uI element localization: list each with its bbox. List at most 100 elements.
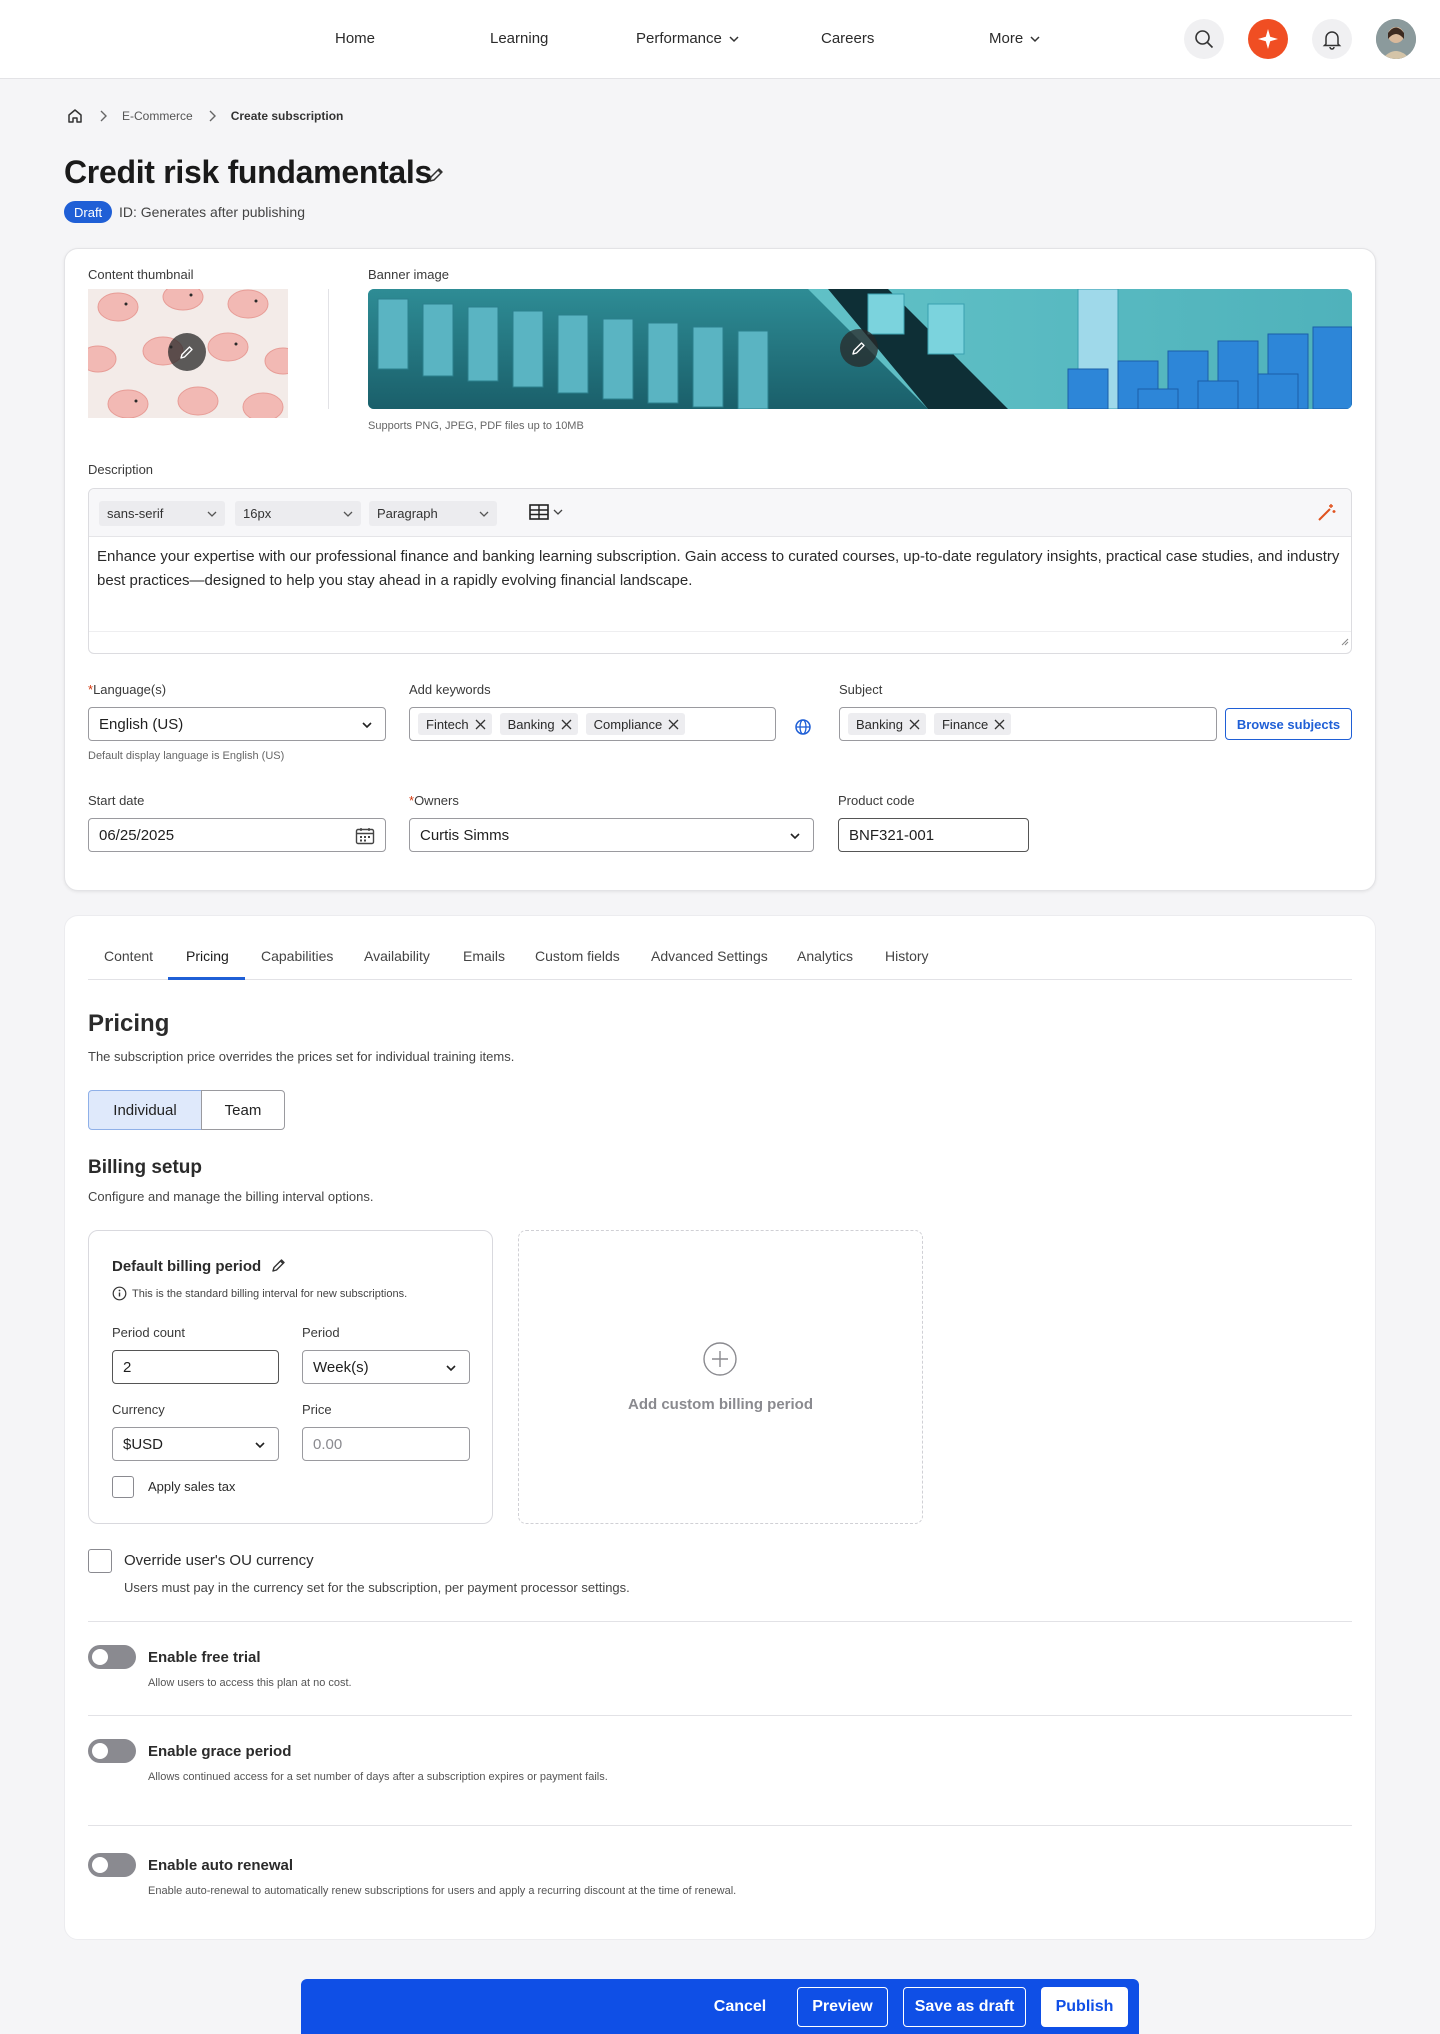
sales-tax-checkbox[interactable] [112, 1476, 134, 1498]
period-count-input[interactable]: 2 [112, 1350, 279, 1384]
grace-period-toggle[interactable] [88, 1739, 136, 1763]
segment-individual[interactable]: Individual [88, 1090, 202, 1130]
tab-pricing[interactable]: Pricing [186, 948, 229, 964]
ai-write-button[interactable] [1315, 502, 1337, 529]
billing-setup-subtitle: Configure and manage the billing interva… [88, 1189, 374, 1204]
segment-team[interactable]: Team [201, 1090, 285, 1130]
subject-label: Subject [839, 682, 883, 697]
font-family-select[interactable]: sans-serif [99, 501, 225, 526]
editor-toolbar: sans-serif 16px Paragraph [89, 489, 1351, 537]
nav-learning[interactable]: Learning [490, 30, 548, 47]
pricing-subtitle: The subscription price overrides the pri… [88, 1049, 515, 1064]
language-select[interactable]: English (US) [88, 707, 386, 741]
section-divider [88, 1715, 1352, 1716]
tab-history[interactable]: History [885, 948, 929, 964]
grace-period-desc: Allows continued access for a set number… [148, 1771, 608, 1783]
default-billing-period-info: This is the standard billing interval fo… [132, 1288, 408, 1300]
owners-label: *Owners [409, 793, 459, 808]
auto-renewal-title: Enable auto renewal [148, 1857, 294, 1874]
price-label: Price [302, 1402, 332, 1417]
breadcrumb-ecommerce[interactable]: E-Commerce [122, 109, 193, 123]
tab-emails[interactable]: Emails [463, 948, 505, 964]
tab-availability[interactable]: Availability [364, 948, 430, 964]
nav-performance[interactable]: Performance [636, 30, 740, 47]
calendar-icon[interactable] [355, 827, 375, 845]
free-trial-desc: Allow users to access this plan at no co… [148, 1677, 352, 1689]
subject-tag: Banking [848, 713, 926, 735]
description-text[interactable]: Enhance your expertise with our professi… [97, 545, 1345, 593]
keywords-input[interactable]: Fintech Banking Compliance [409, 707, 776, 741]
period-select[interactable]: Week(s) [302, 1350, 470, 1384]
search-button[interactable] [1184, 19, 1224, 59]
keyword-tag-label: Fintech [426, 716, 469, 732]
tab-advanced-settings[interactable]: Advanced Settings [651, 948, 768, 964]
bell-icon [1322, 31, 1342, 50]
translate-keywords-button[interactable] [794, 718, 812, 741]
banner-hint: Supports PNG, JPEG, PDF files up to 10MB [368, 420, 584, 432]
currency-label: Currency [112, 1402, 165, 1417]
close-icon[interactable] [909, 719, 920, 730]
close-icon[interactable] [561, 719, 572, 730]
override-currency-checkbox[interactable] [88, 1549, 112, 1573]
pencil-icon [852, 342, 865, 355]
tab-analytics[interactable]: Analytics [797, 948, 853, 964]
tab-custom-fields[interactable]: Custom fields [535, 948, 620, 964]
edit-billing-period-button[interactable] [271, 1257, 287, 1278]
owners-select[interactable]: Curtis Simms [409, 818, 814, 852]
keyword-tag: Fintech [418, 713, 492, 735]
nav-careers[interactable]: Careers [821, 30, 874, 47]
edit-title-button[interactable] [427, 166, 445, 189]
nav-home-label: Home [335, 30, 376, 47]
subject-tag: Finance [933, 713, 1012, 735]
nav-more[interactable]: More [989, 30, 1041, 47]
preview-button[interactable]: Preview [797, 1987, 888, 2027]
language-label-text: Language(s) [93, 682, 167, 697]
tab-capabilities[interactable]: Capabilities [261, 948, 333, 964]
close-icon[interactable] [475, 719, 486, 730]
save-draft-button[interactable]: Save as draft [903, 1987, 1026, 2027]
currency-select[interactable]: $USD [112, 1427, 279, 1461]
start-date-input[interactable]: 06/25/2025 [88, 818, 386, 852]
font-size-value: 16px [243, 506, 272, 521]
free-trial-toggle[interactable] [88, 1645, 136, 1669]
font-size-select[interactable]: 16px [235, 501, 361, 526]
sales-tax-label: Apply sales tax [148, 1479, 236, 1494]
chevron-down-icon [446, 1365, 456, 1372]
edit-thumbnail-button[interactable] [168, 333, 206, 371]
description-editor: sans-serif 16px Paragraph Enhance your e… [88, 488, 1352, 654]
home-icon[interactable] [66, 107, 84, 125]
block-format-value: Paragraph [377, 506, 438, 521]
owners-label-text: Owners [414, 793, 459, 808]
edit-banner-button[interactable] [840, 329, 878, 367]
owners-value: Curtis Simms [420, 826, 510, 844]
keyword-tag: Compliance [585, 713, 686, 735]
auto-renewal-toggle[interactable] [88, 1853, 136, 1877]
close-icon[interactable] [668, 719, 679, 730]
subject-tag-label: Finance [941, 716, 989, 732]
resize-handle-icon[interactable] [1341, 633, 1349, 651]
nav-performance-label: Performance [636, 30, 722, 47]
subject-input[interactable]: Banking Finance [839, 707, 1217, 741]
notifications-button[interactable] [1312, 19, 1352, 59]
browse-subjects-button[interactable]: Browse subjects [1225, 708, 1352, 740]
content-thumbnail[interactable] [88, 289, 288, 418]
close-icon[interactable] [994, 719, 1005, 730]
tab-content[interactable]: Content [104, 948, 153, 964]
period-count-value: 2 [123, 1358, 132, 1376]
product-code-input[interactable]: BNF321-001 [838, 818, 1029, 852]
publish-button[interactable]: Publish [1041, 1987, 1128, 2027]
block-format-select[interactable]: Paragraph [369, 501, 497, 526]
insert-table-button[interactable] [529, 503, 563, 521]
chevron-down-icon [1030, 35, 1040, 42]
breadcrumb-current: Create subscription [230, 109, 344, 123]
keyword-tag-label: Banking [507, 716, 555, 732]
nav-home[interactable]: Home [335, 30, 375, 47]
ai-assistant-button[interactable] [1248, 19, 1288, 59]
cancel-button[interactable]: Cancel [702, 1987, 778, 2027]
default-billing-period-title: Default billing period [112, 1258, 262, 1275]
plus-circle-icon [702, 1341, 738, 1382]
price-input[interactable]: 0.00 [302, 1427, 470, 1461]
avatar[interactable] [1376, 19, 1416, 59]
banner-image[interactable] [368, 289, 1352, 409]
chevron-down-icon [207, 511, 217, 517]
